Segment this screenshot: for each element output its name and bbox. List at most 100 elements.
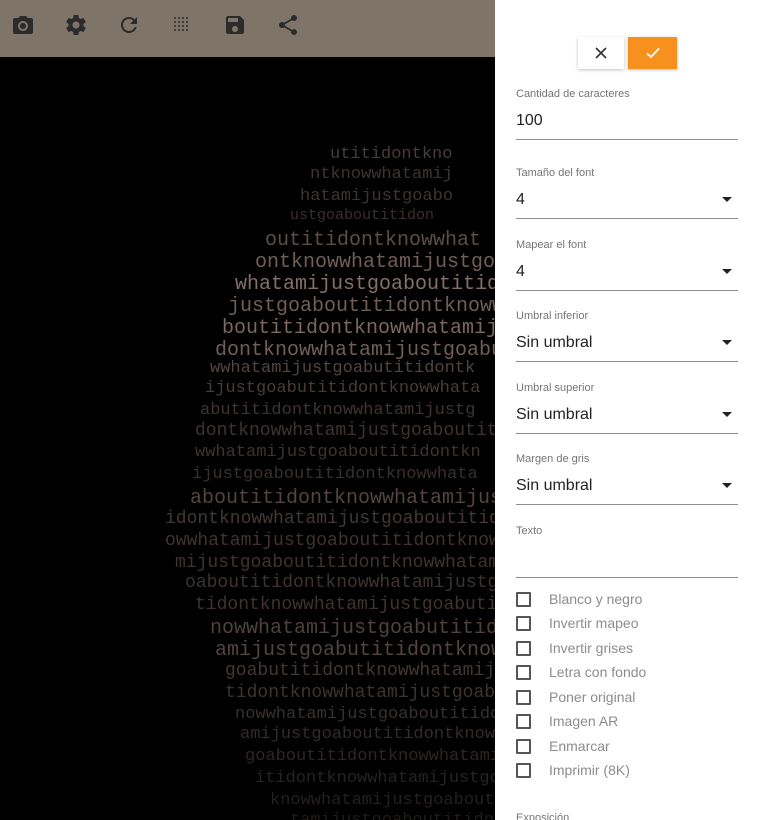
share-icon[interactable] [275, 12, 301, 38]
ascii-row: wwhatamijustgoaboutitidontkn [195, 443, 481, 462]
field-label: Texto [516, 525, 543, 537]
dropdown-arrow-icon[interactable] [722, 340, 732, 345]
settings-panel: Cantidad de caracteres 100 Tamaño del fo… [495, 0, 765, 820]
ascii-row: nowwhatamijustgoabutitidontk [210, 617, 495, 640]
ascii-row: ontknowwhatamijustgo [255, 251, 495, 274]
ascii-row: outitidontknowwhat [265, 229, 482, 252]
field-underline [516, 139, 738, 140]
upper-threshold-select[interactable]: Umbral superior Sin umbral [516, 381, 738, 434]
refresh-icon[interactable] [116, 12, 142, 38]
checkbox[interactable] [516, 664, 531, 680]
field-value[interactable]: Sin umbral [516, 406, 592, 424]
ascii-row: nowwhatamijustgoaboutitido [235, 705, 495, 724]
field-value[interactable]: 100 [516, 112, 543, 130]
checkbox-label: Poner original [549, 689, 636, 705]
ascii-row: ijustgoabutitidontknowwhata [205, 379, 481, 398]
app-toolbar [0, 0, 495, 57]
close-icon [595, 47, 607, 59]
ascii-row: amijustgoaboutitidontknoww [240, 725, 495, 744]
checkbox-row[interactable]: Invertir mapeo [516, 613, 638, 633]
checkbox-row[interactable]: Poner original [516, 687, 635, 707]
ascii-row: abutitidontknowwhatamijustg [200, 401, 476, 420]
checkbox[interactable] [516, 640, 531, 656]
ascii-row: wwhatamijustgoabutitidontk [210, 359, 476, 378]
field-underline [516, 361, 738, 362]
field-label: Mapear el font [516, 239, 587, 251]
ascii-row: whatamijustgoaboutitid [235, 273, 495, 296]
ascii-row: tamijustgoaboutitidont [290, 811, 495, 820]
font-map-select[interactable]: Mapear el font 4 [516, 238, 738, 291]
ascii-row: utitidontkno [330, 145, 453, 164]
checkbox[interactable] [516, 738, 531, 754]
checkbox-label: Invertir grises [549, 640, 634, 656]
ascii-row: goabutitidontknowwhatamijus [225, 661, 495, 681]
ascii-row: ijustgoaboutitidontknowwhata [192, 465, 478, 484]
checkbox[interactable] [516, 615, 531, 631]
checkbox-label: Invertir mapeo [549, 615, 639, 631]
ascii-row: justgoaboutitidontknoww [228, 295, 495, 318]
checkbox-row[interactable]: Blanco y negro [516, 589, 642, 609]
checkbox-row[interactable]: Invertir grises [516, 638, 633, 658]
checkbox[interactable] [516, 713, 531, 729]
checkbox-label: Letra con fondo [549, 664, 647, 680]
field-underline [516, 290, 738, 291]
checkbox-row[interactable]: Imprimir (8K) [516, 760, 630, 780]
lower-threshold-select[interactable]: Umbral inferior Sin umbral [516, 309, 738, 362]
cancel-button[interactable] [578, 37, 624, 69]
field-value[interactable]: 4 [516, 191, 525, 209]
checkbox[interactable] [516, 591, 531, 607]
field-value[interactable]: Sin umbral [516, 334, 592, 352]
ascii-row: goaboutitidontknowwhatami [245, 747, 495, 766]
checkbox-row[interactable]: Imagen AR [516, 711, 618, 731]
field-value[interactable]: 4 [516, 263, 525, 281]
checkbox-row[interactable]: Enmarcar [516, 736, 610, 756]
checkbox-label: Enmarcar [549, 738, 610, 754]
ascii-row: owwhatamijustgoaboutitidontknoww [165, 531, 495, 551]
ascii-row: tidontknowwhatamijustgoabou [225, 683, 495, 703]
field-label: Margen de gris [516, 453, 590, 465]
grid-icon[interactable] [169, 12, 195, 38]
dropdown-arrow-icon[interactable] [722, 483, 732, 488]
field-label: Umbral inferior [516, 310, 589, 322]
ascii-row: boutitidontknowwhatamiju [222, 317, 495, 340]
field-label: Tamaño del font [516, 167, 595, 179]
ascii-row: ntknowwhatamij [310, 165, 453, 184]
ascii-row: idontknowwhatamijustgoaboutitido [165, 509, 495, 529]
dropdown-arrow-icon[interactable] [722, 197, 732, 202]
ascii-row: knowwhatamijustgoabouti [270, 791, 495, 810]
field-underline [516, 577, 738, 578]
gear-icon[interactable] [63, 12, 89, 38]
ascii-row: dontknowwhatamijustgoaboutit [195, 421, 495, 441]
checkbox-label: Imprimir (8K) [549, 762, 630, 778]
font-size-select[interactable]: Tamaño del font 4 [516, 166, 738, 219]
ascii-row: hatamijustgoabo [300, 187, 454, 206]
camera-icon[interactable] [10, 12, 36, 38]
char-count-field[interactable]: Cantidad de caracteres 100 [516, 87, 738, 140]
field-underline [516, 504, 738, 505]
checkbox-row[interactable]: Letra con fondo [516, 662, 646, 682]
checkbox[interactable] [516, 689, 531, 705]
ascii-row: oaboutitidontknowwhatamijustgo [185, 573, 495, 593]
text-input[interactable]: Texto [516, 524, 738, 578]
exposure-label: Exposición [516, 812, 570, 820]
field-label: Cantidad de caracteres [516, 88, 630, 100]
ascii-row: ustgoaboutitidon [290, 207, 435, 224]
field-label: Umbral superior [516, 382, 595, 394]
ascii-row: itidontknowwhatamijustgo [255, 769, 495, 788]
ascii-row: tidontknowwhatamijustgoabutiti [195, 595, 495, 615]
field-value[interactable]: Sin umbral [516, 477, 592, 495]
dropdown-arrow-icon[interactable] [722, 412, 732, 417]
confirm-button[interactable] [628, 37, 677, 69]
checkbox[interactable] [516, 762, 531, 778]
ascii-row: mijustgoaboutitidontknowwhatamij [175, 553, 495, 573]
checkbox-label: Imagen AR [549, 713, 619, 729]
gray-margin-select[interactable]: Margen de gris Sin umbral [516, 452, 738, 505]
ascii-art-canvas[interactable]: utitidontkno ntknowwhatamij hatamijustgoab… [0, 57, 495, 820]
dropdown-arrow-icon[interactable] [722, 269, 732, 274]
field-underline [516, 433, 738, 434]
field-underline [516, 218, 738, 219]
checkbox-label: Blanco y negro [549, 591, 643, 607]
check-icon [645, 47, 660, 59]
save-icon[interactable] [222, 12, 248, 38]
ascii-row: amijustgoabutitidontknowwhat [215, 639, 495, 662]
